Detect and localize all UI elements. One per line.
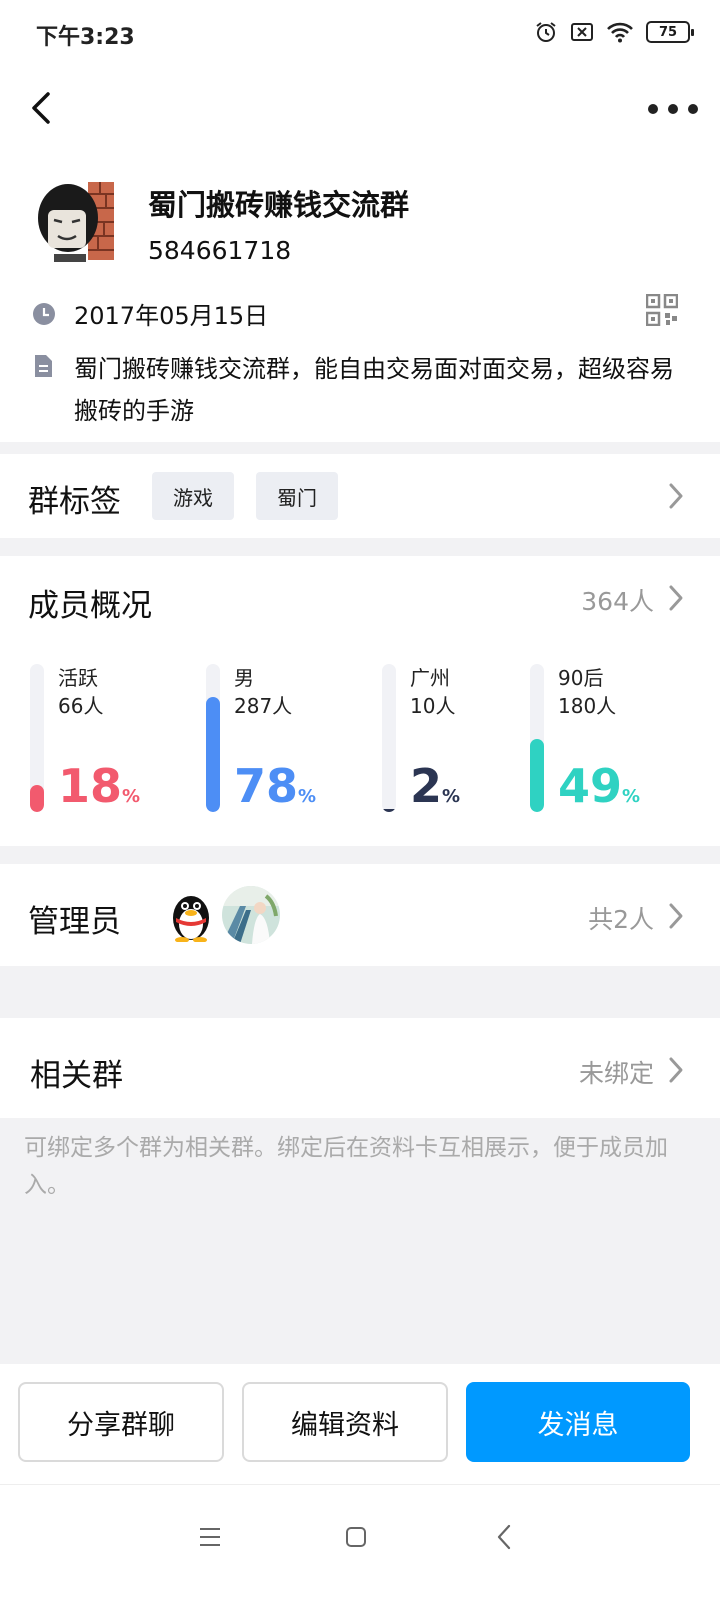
admins-title: 管理员 [28, 904, 121, 940]
stat-label: 活跃 [58, 666, 98, 690]
menu-icon [200, 1528, 220, 1546]
related-groups-status: 未绑定 [578, 1059, 654, 1088]
back-arrow-icon [32, 92, 50, 124]
stat-bar-track [30, 664, 44, 812]
stat-bar-track [530, 664, 544, 812]
stat-label: 90后 [558, 666, 604, 690]
group-id: 584661718 [148, 236, 292, 265]
chevron-right-icon [669, 483, 683, 509]
more-dot-icon [668, 104, 678, 114]
stat-bar-fill [530, 739, 544, 812]
wifi-icon [607, 22, 633, 43]
battery-icon: 75 [646, 21, 694, 43]
stat-percent: 78% [234, 759, 317, 813]
description-row: 蜀门搬砖赚钱交流群，能自由交易面对面交易，超级容易搬砖的手游 [32, 348, 692, 432]
stat-bar-track [206, 664, 220, 812]
created-date: 2017年05月15日 [74, 302, 269, 330]
stat-bar-fill [382, 809, 396, 812]
sim-off-icon [571, 23, 593, 41]
admin-avatar-penguin[interactable] [168, 888, 214, 942]
chevron-right-icon [669, 903, 683, 929]
clock-icon [33, 302, 55, 325]
stat-bar-fill [30, 785, 44, 812]
tags-row[interactable]: 群标签 游戏 蜀门 [0, 454, 720, 538]
document-icon [35, 355, 52, 377]
chevron-right-icon [669, 1057, 683, 1083]
edit-profile-button[interactable]: 编辑资料 [242, 1382, 448, 1462]
stat-bar-fill [206, 696, 220, 812]
share-group-button[interactable]: 分享群聊 [18, 1382, 224, 1462]
created-date-row: 2017年05月15日 [32, 296, 268, 331]
back-button[interactable] [22, 88, 62, 128]
related-groups-hint: 可绑定多个群为相关群。绑定后在资料卡互相展示，便于成员加入。 [24, 1135, 668, 1198]
tag-chip: 蜀门 [256, 472, 338, 520]
member-total: 364人 [581, 587, 654, 616]
stat-percent: 49% [558, 759, 641, 813]
stat-count: 287人 [234, 694, 293, 718]
stat-percent: 18% [58, 759, 141, 813]
stat-count: 66人 [58, 694, 104, 718]
system-nav-bar [0, 1484, 720, 1600]
more-dot-icon [688, 104, 698, 114]
top-bar [0, 72, 720, 152]
home-square-icon [346, 1527, 366, 1547]
member-overview-title: 成员概况 [28, 588, 152, 624]
chevron-right-icon [669, 585, 683, 611]
stat-percent: 2% [410, 759, 461, 813]
related-groups-title: 相关群 [30, 1058, 123, 1094]
stat-count: 10人 [410, 694, 456, 718]
nav-back-button[interactable] [484, 1517, 524, 1557]
more-dot-icon [648, 104, 658, 114]
nav-menu-button[interactable] [190, 1517, 230, 1557]
stat-label: 广州 [410, 666, 450, 690]
admins-row[interactable]: 管理员 共2人 [0, 864, 720, 966]
status-time: 下午3:23 [36, 25, 135, 50]
stat-count: 180人 [558, 694, 617, 718]
member-overview-card[interactable]: 成员概况 364人 活跃 66人 18% 男 287人 78% 广州 10人 2… [0, 556, 720, 846]
stat-region: 广州 10人 2% [382, 664, 532, 812]
admin-avatar-photo[interactable] [222, 886, 280, 944]
back-triangle-icon [497, 1524, 511, 1550]
tags-title: 群标签 [28, 484, 121, 520]
related-groups-row[interactable]: 相关群 未绑定 [0, 1018, 720, 1118]
nav-home-button[interactable] [336, 1517, 376, 1557]
stat-label: 男 [234, 666, 254, 690]
group-description: 蜀门搬砖赚钱交流群，能自由交易面对面交易，超级容易搬砖的手游 [74, 355, 674, 425]
status-bar: 下午3:23 75 [0, 0, 720, 72]
alarm-icon [536, 22, 556, 42]
admin-count: 共2人 [588, 905, 654, 934]
battery-level: 75 [658, 24, 678, 40]
stat-male: 男 287人 78% [206, 664, 356, 812]
stat-bar-track [382, 664, 396, 812]
action-bar: 分享群聊 编辑资料 发消息 [0, 1364, 720, 1484]
send-message-button[interactable]: 发消息 [466, 1382, 690, 1462]
status-icons: 75 [534, 20, 694, 44]
group-name: 蜀门搬砖赚钱交流群 [148, 188, 410, 222]
more-options-button[interactable] [648, 92, 698, 126]
group-avatar[interactable] [30, 172, 122, 264]
group-info-card: 蜀门搬砖赚钱交流群 584661718 2017年05月15日 蜀门搬砖赚钱交流… [0, 152, 720, 442]
stat-active: 活跃 66人 18% [30, 664, 180, 812]
tag-chip: 游戏 [152, 472, 234, 520]
stat-age: 90后 180人 49% [530, 664, 680, 812]
qr-code-icon[interactable] [646, 294, 678, 326]
